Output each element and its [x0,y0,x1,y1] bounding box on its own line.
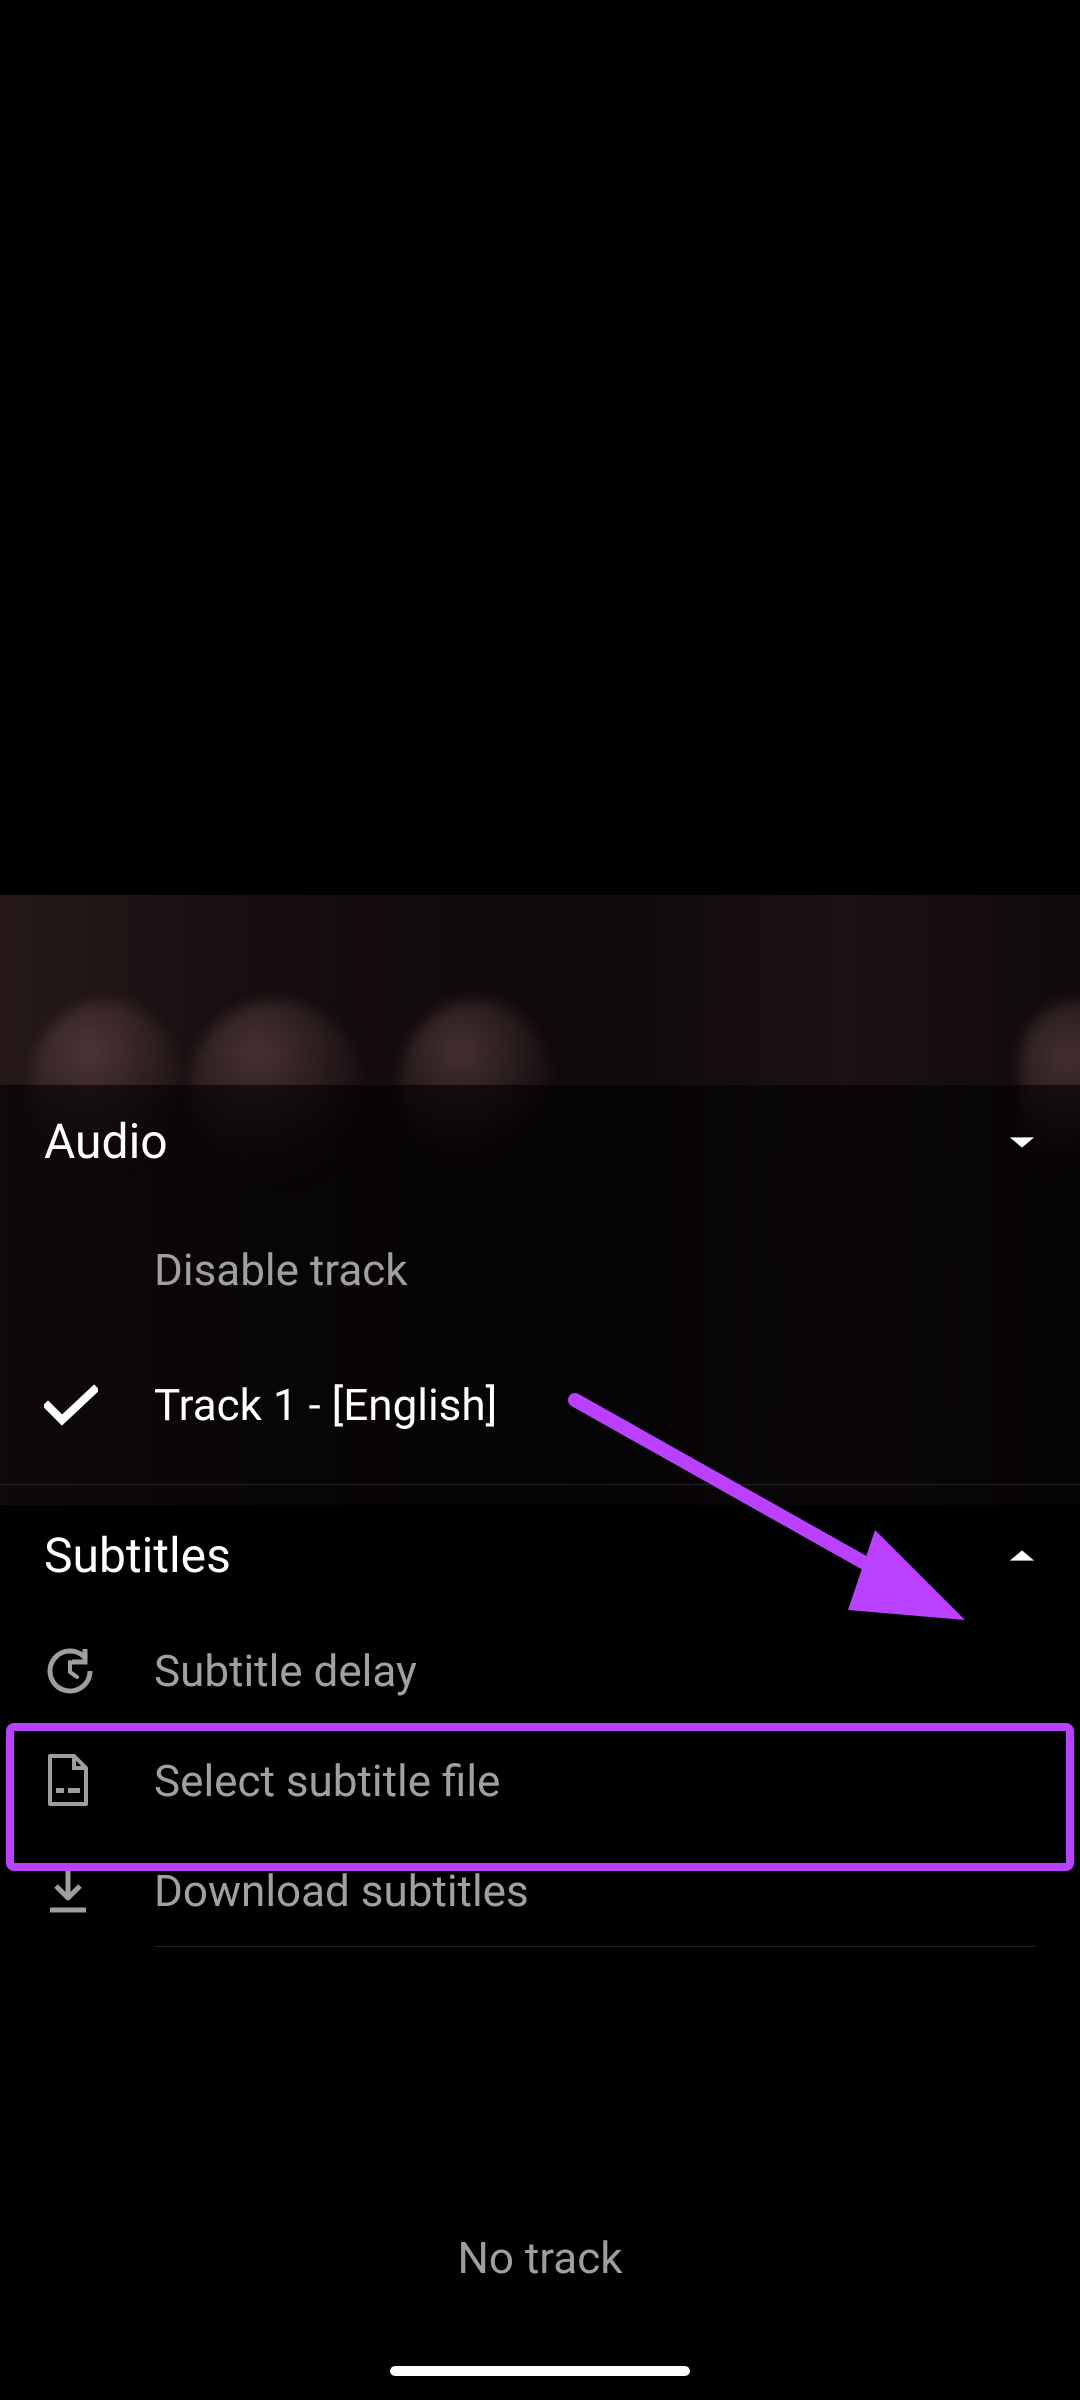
home-indicator[interactable] [390,2366,690,2376]
check-icon [44,1384,154,1426]
chevron-down-icon [1008,1133,1036,1151]
audio-disable-label: Disable track [154,1244,408,1296]
player-tracks-panel: Audio Disable track Track 1 - [English] … [0,0,1080,2400]
audio-disable-track[interactable]: Disable track [0,1202,1080,1337]
audio-track-1[interactable]: Track 1 - [English] [0,1337,1080,1472]
sync-icon [44,1645,154,1697]
download-subtitles-label: Download subtitles [154,1865,529,1917]
file-icon [44,1754,154,1808]
audio-track-1-label: Track 1 - [English] [154,1379,497,1431]
subtitles-inset-divider [154,1946,1036,1947]
subtitle-delay[interactable]: Subtitle delay [0,1616,1080,1726]
subtitles-section-title: Subtitles [44,1527,231,1584]
download-icon [44,1864,154,1918]
download-subtitles[interactable]: Download subtitles [0,1836,1080,1946]
select-subtitle-file[interactable]: Select subtitle file [0,1726,1080,1836]
audio-section-title: Audio [44,1113,168,1170]
audio-section-header[interactable]: Audio [0,1085,1080,1202]
subtitles-no-track[interactable]: No track [0,2232,1080,2284]
tracks-panel-overlay: Audio Disable track Track 1 - [English] … [0,1085,1080,2400]
select-subtitle-file-label: Select subtitle file [154,1755,500,1807]
subtitles-section-header[interactable]: Subtitles [0,1485,1080,1616]
chevron-up-icon [1008,1547,1036,1565]
subtitle-delay-label: Subtitle delay [154,1645,417,1697]
